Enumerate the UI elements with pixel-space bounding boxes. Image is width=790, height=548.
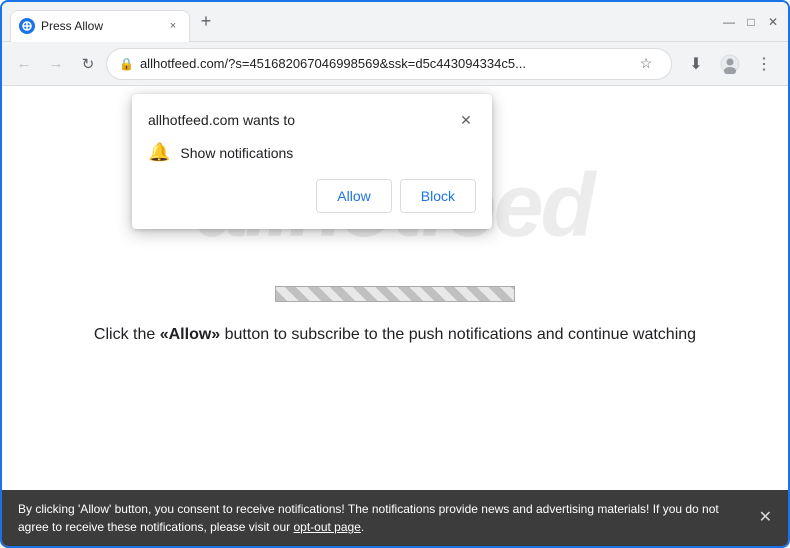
back-button[interactable]: ← [10, 50, 38, 78]
tab-title: Press Allow [41, 19, 159, 33]
page-content: allhotfeed Click the «Allow» button to s… [2, 86, 788, 490]
tab-area: Press Allow × + [10, 2, 710, 41]
popup-close-button[interactable]: ✕ [456, 110, 476, 130]
close-button[interactable]: ✕ [766, 15, 780, 29]
popup-actions: Allow Block [148, 179, 476, 213]
popup-notification-row: 🔔 Show notifications [148, 142, 476, 163]
url-text: allhotfeed.com/?s=451682067046998569&ssk… [140, 56, 627, 71]
browser-window: Press Allow × + — □ ✕ ← → ↻ 🔒 allhotfeed… [0, 0, 790, 548]
forward-button[interactable]: → [42, 50, 70, 78]
forward-icon: → [49, 55, 64, 72]
back-icon: ← [17, 55, 32, 72]
popup-title: allhotfeed.com wants to [148, 112, 295, 128]
popup-header: allhotfeed.com wants to ✕ [148, 110, 476, 130]
banner-close-button[interactable]: ✕ [759, 506, 772, 530]
bookmark-button[interactable]: ☆ [633, 51, 659, 77]
reload-icon: ↻ [82, 55, 95, 73]
address-bar: ← → ↻ 🔒 allhotfeed.com/?s=45168206704699… [2, 42, 788, 86]
banner-text: By clicking 'Allow' button, you consent … [18, 500, 747, 536]
menu-button[interactable]: ⋮ [748, 48, 780, 80]
block-button[interactable]: Block [400, 179, 476, 213]
new-tab-button[interactable]: + [192, 8, 220, 36]
opt-out-link[interactable]: opt-out page [293, 520, 360, 534]
minimize-button[interactable]: — [722, 15, 736, 29]
progress-bar [275, 286, 515, 302]
cta-text: Click the «Allow» button to subscribe to… [74, 326, 716, 344]
account-button[interactable] [714, 48, 746, 80]
allow-button[interactable]: Allow [316, 179, 391, 213]
url-actions: ☆ [633, 51, 659, 77]
tab-favicon [19, 18, 35, 34]
browser-actions: ⬇ ⋮ [680, 48, 780, 80]
url-bar[interactable]: 🔒 allhotfeed.com/?s=451682067046998569&s… [106, 48, 672, 80]
tab-close-button[interactable]: × [165, 18, 181, 34]
notification-popup: allhotfeed.com wants to ✕ 🔔 Show notific… [132, 94, 492, 229]
popup-notification-text: Show notifications [180, 145, 293, 161]
bell-icon: 🔔 [148, 142, 170, 163]
title-bar: Press Allow × + — □ ✕ [2, 2, 788, 42]
progress-area [275, 286, 515, 302]
lock-icon: 🔒 [119, 57, 134, 71]
window-controls: — □ ✕ [722, 15, 780, 29]
bottom-banner: By clicking 'Allow' button, you consent … [2, 490, 788, 546]
maximize-button[interactable]: □ [744, 15, 758, 29]
download-icon[interactable]: ⬇ [680, 48, 712, 80]
reload-button[interactable]: ↻ [74, 50, 102, 78]
active-tab[interactable]: Press Allow × [10, 10, 190, 42]
